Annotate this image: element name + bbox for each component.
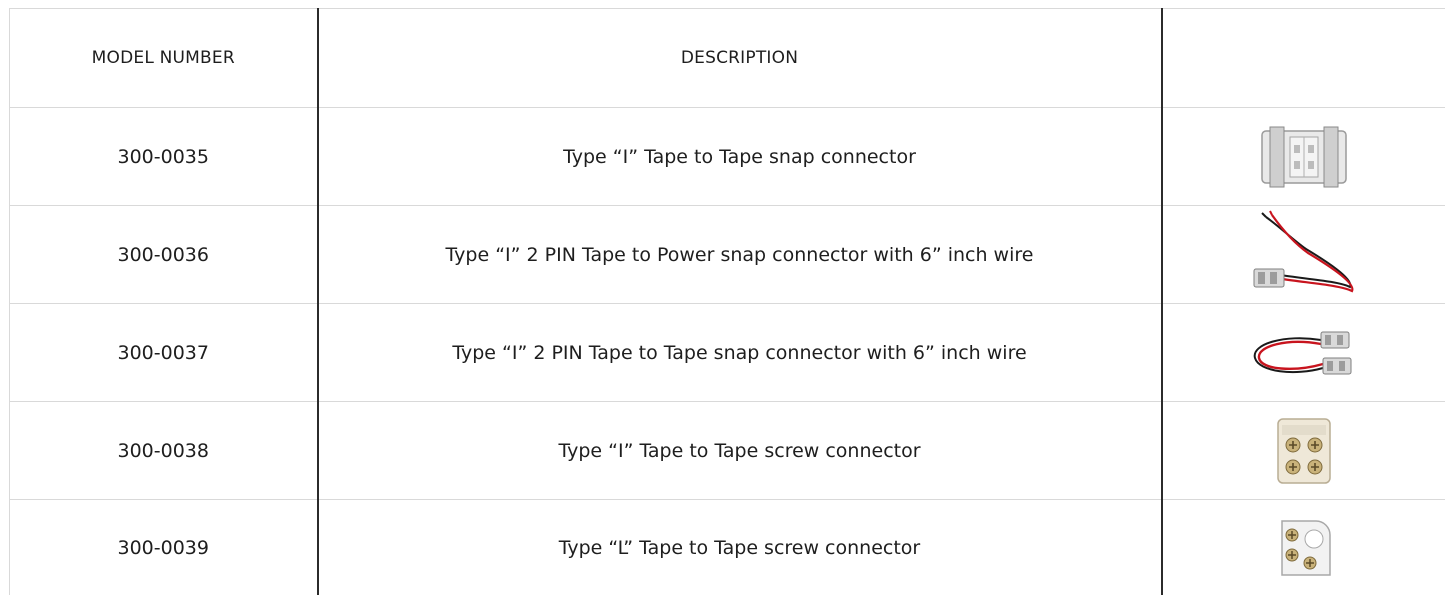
product-image-cell [1162, 402, 1445, 500]
description-cell: Type “I” 2 PIN Tape to Tape snap connect… [318, 304, 1162, 402]
description-cell: Type “I” Tape to Tape snap connector [318, 108, 1162, 206]
description-cell: Type “I” Tape to Tape screw connector [318, 402, 1162, 500]
table-header-row: MODEL NUMBER DESCRIPTION [10, 9, 1445, 108]
model-number-cell: 300-0037 [10, 304, 318, 402]
header-description: DESCRIPTION [318, 9, 1162, 108]
product-table-container: MODEL NUMBER DESCRIPTION 300-0035 Type “… [9, 8, 1445, 592]
power-wire-connector-icon [1246, 209, 1362, 301]
product-image-cell [1162, 108, 1445, 206]
model-number-cell: 300-0039 [10, 500, 318, 595]
header-image [1162, 9, 1445, 108]
description-cell: Type “I” 2 PIN Tape to Power snap connec… [318, 206, 1162, 304]
table-row: 300-0037 Type “I” 2 PIN Tape to Tape sna… [10, 304, 1445, 402]
snap-connector-clear-icon [1256, 125, 1352, 189]
description-cell: Type “L” Tape to Tape screw connector [318, 500, 1162, 595]
model-number-cell: 300-0038 [10, 402, 318, 500]
table-row: 300-0036 Type “I” 2 PIN Tape to Power sn… [10, 206, 1445, 304]
product-image-cell [1162, 304, 1445, 402]
header-model-number: MODEL NUMBER [10, 9, 318, 108]
model-number-cell: 300-0035 [10, 108, 318, 206]
screw-connector-l-icon [1276, 515, 1332, 581]
table-row: 300-0035 Type “I” Tape to Tape snap conn… [10, 108, 1445, 206]
screw-connector-i-icon [1274, 415, 1334, 487]
connector-table: MODEL NUMBER DESCRIPTION 300-0035 Type “… [9, 8, 1445, 595]
product-image-cell [1162, 206, 1445, 304]
model-number-cell: 300-0036 [10, 206, 318, 304]
wire-loop-connector-icon [1245, 320, 1363, 386]
product-image-cell [1162, 500, 1445, 595]
table-row: 300-0038 Type “I” Tape to Tape screw con… [10, 402, 1445, 500]
table-row: 300-0039 Type “L” Tape to Tape screw con… [10, 500, 1445, 595]
